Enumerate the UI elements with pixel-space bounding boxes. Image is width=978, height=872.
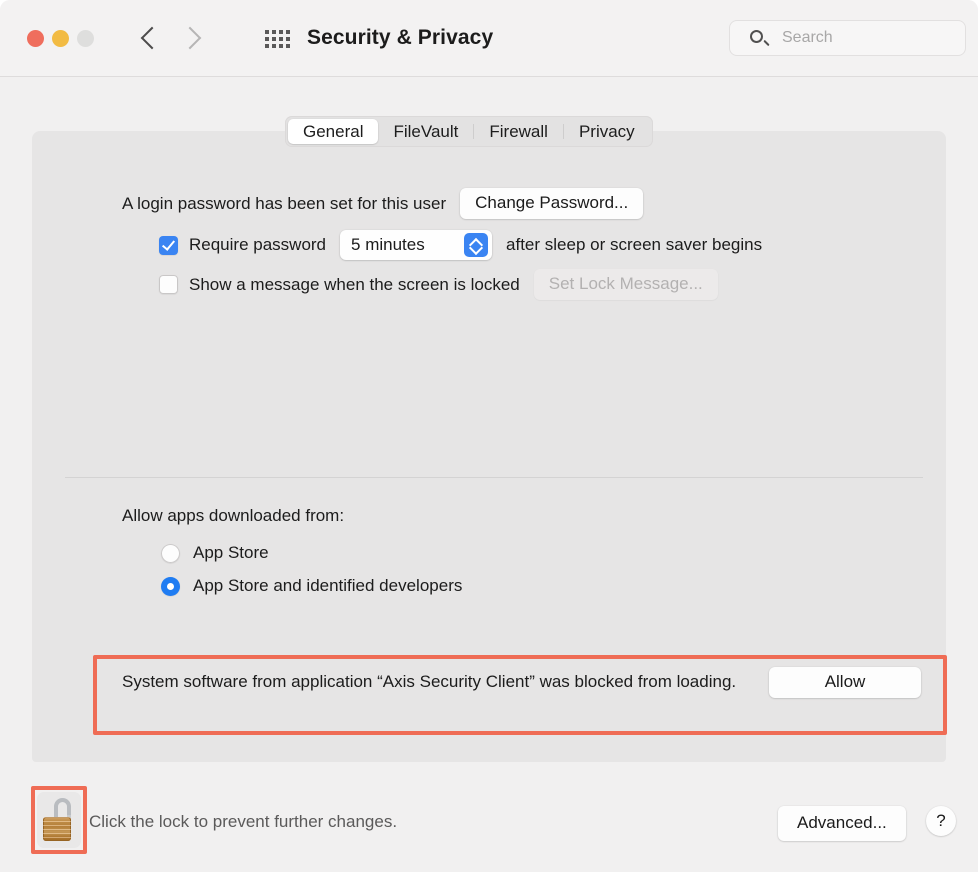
radio-app-store[interactable]: App Store xyxy=(161,543,269,563)
page-title: Security & Privacy xyxy=(307,26,494,49)
tab-privacy[interactable]: Privacy xyxy=(564,119,650,144)
chevron-right-icon[interactable] xyxy=(184,24,200,52)
require-password-suffix-label: after sleep or screen saver begins xyxy=(506,235,763,254)
search-placeholder: Search xyxy=(782,29,833,46)
padlock-body xyxy=(43,817,71,841)
require-password-label: Require password xyxy=(189,235,327,254)
change-password-button[interactable]: Change Password... xyxy=(460,188,644,219)
security-privacy-window: Security & Privacy Search General FileVa… xyxy=(0,0,978,872)
navigation-controls xyxy=(142,24,200,52)
allow-apps-label: Allow apps downloaded from: xyxy=(122,506,345,525)
chevron-up-down-icon[interactable] xyxy=(464,233,489,257)
show-lock-message-row: Show a message when the screen is locked… xyxy=(159,269,718,300)
require-password-checkbox[interactable] xyxy=(159,235,178,255)
window-titlebar: Security & Privacy Search xyxy=(0,0,978,77)
radio-button-icon[interactable] xyxy=(161,543,180,563)
search-icon xyxy=(750,30,763,43)
allow-button[interactable]: Allow xyxy=(769,667,921,698)
show-lock-message-checkbox[interactable] xyxy=(159,275,178,294)
zoom-window-button[interactable] xyxy=(77,30,94,47)
require-password-delay-dropdown[interactable]: 5 minutes xyxy=(340,230,493,260)
chevron-left-icon[interactable] xyxy=(142,24,158,52)
tab-firewall[interactable]: Firewall xyxy=(474,119,563,144)
radio-identified-developers-label: App Store and identified developers xyxy=(193,576,463,595)
blocked-software-message: System software from application “Axis S… xyxy=(122,672,737,691)
close-window-button[interactable] xyxy=(27,30,44,47)
tab-bar: General FileVault Firewall Privacy xyxy=(285,116,653,147)
help-button[interactable]: ? xyxy=(926,806,956,836)
login-password-row: A login password has been set for this u… xyxy=(122,188,644,219)
lock-caption: Click the lock to prevent further change… xyxy=(89,812,398,831)
minimize-window-button[interactable] xyxy=(52,30,69,47)
set-lock-message-button[interactable]: Set Lock Message... xyxy=(533,269,718,300)
unlocked-padlock-icon[interactable] xyxy=(37,792,81,848)
tab-general[interactable]: General xyxy=(288,119,379,144)
search-field[interactable]: Search xyxy=(729,20,966,56)
login-password-label: A login password has been set for this u… xyxy=(122,193,447,213)
padlock-shackle xyxy=(54,798,71,823)
radio-button-selected-icon[interactable] xyxy=(161,576,180,596)
section-divider xyxy=(65,477,923,478)
tab-filevault[interactable]: FileVault xyxy=(378,119,473,144)
require-password-row: Require password 5 minutes after sleep o… xyxy=(159,230,762,260)
advanced-button[interactable]: Advanced... xyxy=(778,806,906,841)
require-password-delay-value: 5 minutes xyxy=(351,235,425,254)
advanced-button-wrap: Advanced... xyxy=(778,806,906,841)
show-all-grid-icon[interactable] xyxy=(265,30,290,48)
radio-app-store-and-identified-developers[interactable]: App Store and identified developers xyxy=(161,576,462,596)
traffic-lights xyxy=(27,30,94,47)
radio-app-store-label: App Store xyxy=(193,543,269,562)
allow-button-wrap: Allow xyxy=(769,667,921,698)
show-lock-message-label: Show a message when the screen is locked xyxy=(189,274,520,294)
